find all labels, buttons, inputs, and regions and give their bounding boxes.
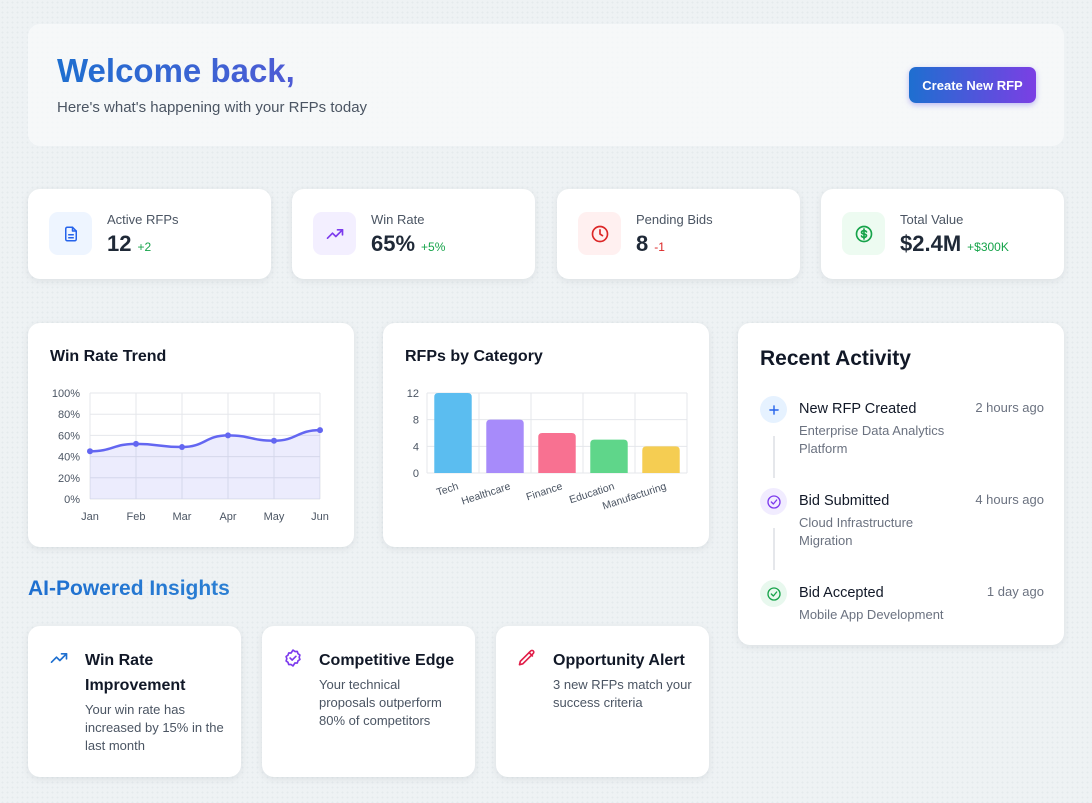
stat-card-pending-bids[interactable]: Pending Bids 8 -1 [557, 189, 800, 279]
y-tick-label: 20% [58, 473, 80, 485]
rfps-by-category-card: RFPs by Category 0 4 8 12 Tech Healthcare Fina… [383, 323, 709, 547]
x-tick-label: Finance [525, 480, 564, 503]
clock-icon [578, 212, 621, 255]
stat-card-total-value[interactable]: Total Value $2.4M +$300K [821, 189, 1064, 279]
x-tick-label: Tech [435, 480, 460, 498]
activity-item[interactable]: Bid Submitted Cloud Infrastructure Migra… [760, 488, 1044, 558]
activity-item[interactable]: Bid Accepted Mobile App Development 1 da… [760, 580, 1044, 630]
check-circle-icon [760, 580, 787, 607]
document-icon [49, 212, 92, 255]
x-tick-label: May [264, 511, 285, 523]
insight-title: Opportunity Alert [553, 652, 685, 669]
stat-label: Pending Bids [636, 212, 713, 227]
plus-icon [760, 396, 787, 423]
y-tick-label: 8 [413, 415, 419, 427]
activity-item-title: Bid Submitted [799, 493, 890, 509]
data-point [179, 444, 185, 451]
bar-healthcare [486, 419, 524, 473]
y-tick-label: 40% [58, 452, 80, 464]
stat-card-win-rate[interactable]: Win Rate 65% +5% [292, 189, 535, 279]
y-tick-label: 60% [58, 430, 80, 442]
page-subtitle: Here's what's happening with your RFPs t… [57, 99, 368, 116]
check-circle-icon [760, 488, 787, 515]
activity-item-subtitle: Cloud Infrastructure Migration [799, 515, 914, 548]
insight-description: Your technical proposals outperform 80% … [319, 677, 442, 728]
trending-up-icon [49, 648, 69, 673]
dollar-icon [842, 212, 885, 255]
bar-manufacturing [642, 446, 680, 473]
pencil-icon [517, 648, 537, 673]
x-tick-label: Mar [173, 511, 192, 523]
trending-up-icon [313, 212, 356, 255]
stat-value: 8 -1 [636, 231, 665, 256]
x-tick-label: Feb [127, 511, 146, 523]
badge-check-icon [283, 648, 303, 673]
stat-value: 65% +5% [371, 231, 446, 256]
y-tick-label: 100% [52, 388, 80, 400]
insight-description: Your win rate has increased by 15% in th… [85, 702, 224, 753]
activity-item-subtitle: Mobile App Development [799, 607, 944, 622]
x-tick-label: Jan [81, 511, 99, 523]
recent-activity-card: Recent Activity New RFP Created Enterpri… [738, 323, 1064, 645]
y-tick-label: 0 [413, 468, 419, 480]
activity-item-time: 4 hours ago [975, 492, 1044, 507]
activity-item-time: 1 day ago [986, 584, 1044, 599]
data-point [133, 440, 139, 447]
stat-delta: +5% [421, 240, 446, 254]
bar-education [590, 439, 628, 473]
category-bar-chart: 04812Tech Healthcare Finance EducationManuf… [407, 388, 688, 512]
activity-item[interactable]: New RFP Created Enterprise Data Analytic… [760, 396, 1044, 466]
stat-label: Total Value [900, 212, 964, 227]
stat-delta: -1 [654, 240, 665, 254]
win-rate-trend-card: Win Rate Trend 0% 20% 40% 60% 80% 100% Jan Feb M… [28, 323, 354, 547]
insights-section-title: AI-Powered Insights [28, 577, 230, 600]
stat-value: $2.4M +$300K [900, 231, 1009, 256]
activity-item-subtitle: Enterprise Data Analytics Platform [799, 423, 945, 456]
y-tick-label: 12 [407, 388, 419, 400]
insight-card-opportunity-alert[interactable]: Opportunity Alert 3 new RFPs match your … [496, 626, 709, 777]
data-point [317, 427, 323, 434]
welcome-banner: Welcome back, Here's what's happening wi… [28, 24, 1064, 146]
stat-label: Active RFPs [107, 212, 179, 227]
bar-finance [538, 433, 576, 473]
activity-item-time: 2 hours ago [975, 400, 1044, 415]
y-tick-label: 80% [58, 409, 80, 421]
x-tick-label: Healthcare [460, 480, 512, 507]
create-rfp-button[interactable]: Create New RFP [909, 67, 1036, 103]
stat-label: Win Rate [371, 212, 425, 227]
data-point [225, 432, 231, 439]
x-tick-label: Apr [219, 511, 236, 523]
stat-value: 12 +2 [107, 231, 152, 256]
insight-card-competitive-edge[interactable]: Competitive Edge Your technical proposal… [262, 626, 475, 777]
insight-description: 3 new RFPs match your success criteria [553, 677, 692, 710]
activity-item-title: New RFP Created [799, 401, 917, 417]
bar-tech [434, 393, 472, 473]
page-title: Welcome back, [57, 52, 295, 89]
stat-delta: +$300K [967, 240, 1009, 254]
y-tick-label: 0% [64, 494, 80, 506]
y-tick-label: 4 [413, 441, 419, 453]
activity-item-title: Bid Accepted [799, 585, 884, 601]
stat-delta: +2 [137, 240, 152, 254]
x-tick-label: Jun [311, 511, 329, 523]
insight-card-win-rate[interactable]: Win Rate Improvement Your win rate has i… [28, 626, 241, 777]
insight-title: Win Rate Improvement [85, 652, 186, 694]
data-point [271, 437, 277, 444]
win-rate-line-chart: 0% 20% 40% 60% 80% 100% Jan Feb Mar Apr May Jun [52, 388, 329, 523]
stat-card-active-rfps[interactable]: Active RFPs 12 +2 [28, 189, 271, 279]
data-point [87, 448, 93, 455]
activity-title: Recent Activity [760, 347, 911, 370]
insight-title: Competitive Edge [319, 652, 455, 669]
